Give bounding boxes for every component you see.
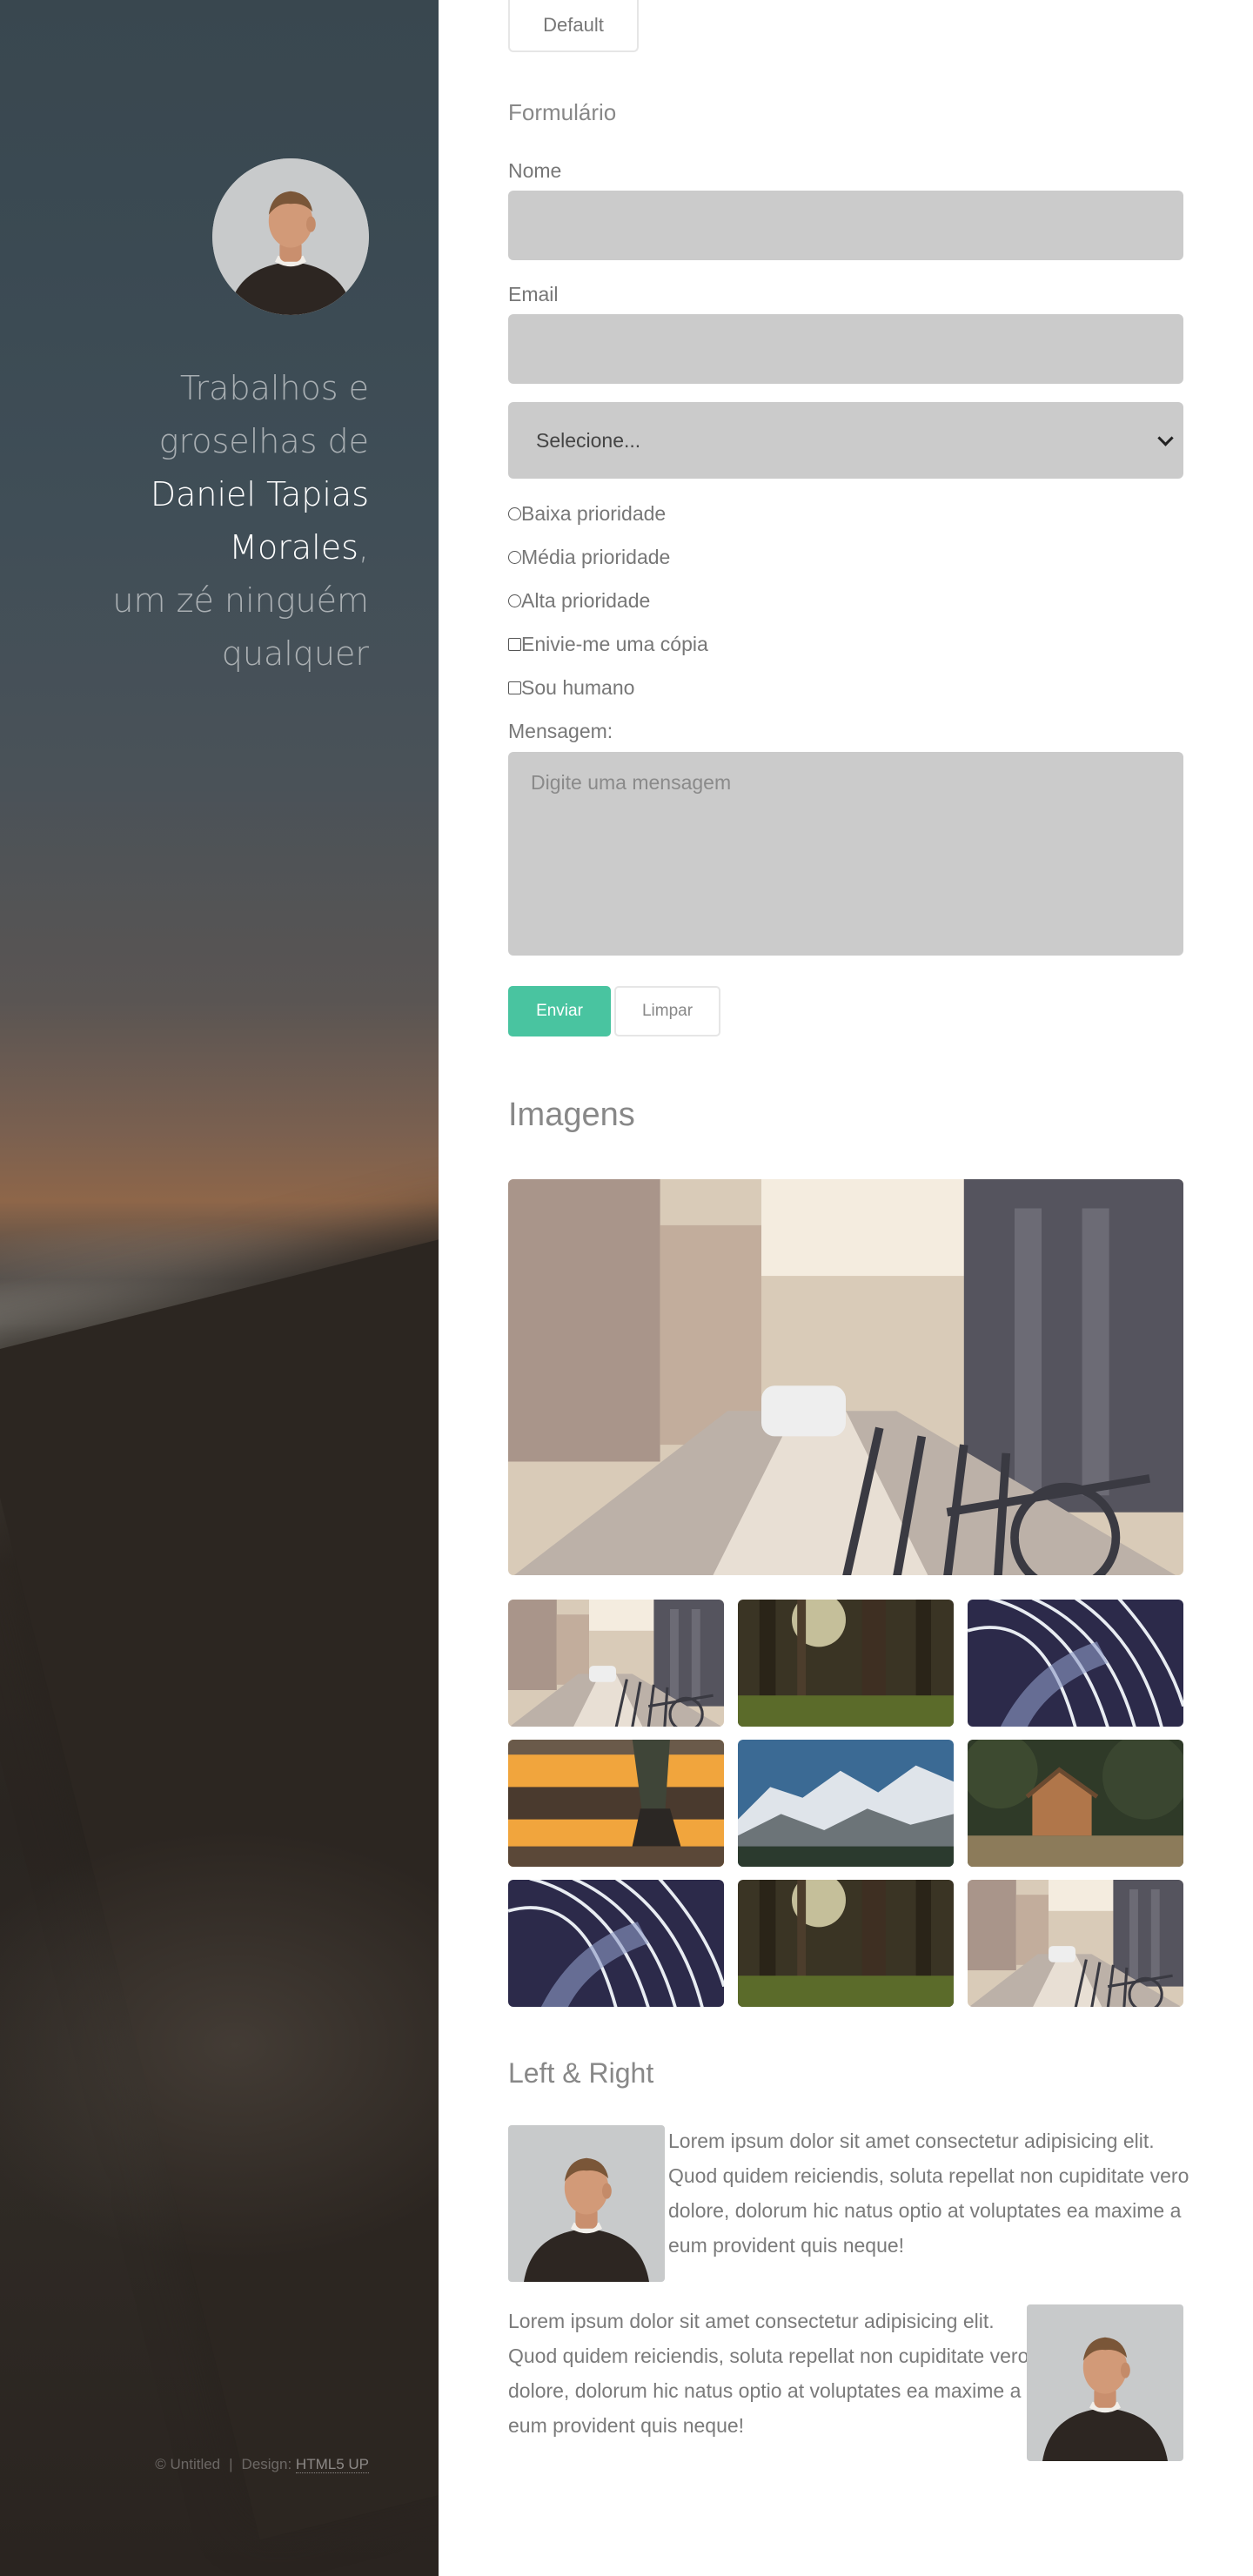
radio-label: Baixa prioridade xyxy=(521,502,667,525)
name-input[interactable] xyxy=(508,191,1183,260)
radio-low[interactable]: Baixa prioridade xyxy=(508,502,666,526)
sidebar: Trabalhos e groselhas de Daniel Tapias M… xyxy=(0,0,439,2576)
image-left xyxy=(508,2125,665,2282)
fog-decoration-lower xyxy=(0,1828,439,2263)
radio-icon[interactable] xyxy=(508,551,521,564)
avatar xyxy=(212,158,369,315)
tagline-line: qualquer xyxy=(221,634,369,673)
author-name: Daniel Tapias xyxy=(150,475,369,513)
tagline-line: um zé ninguém xyxy=(112,581,369,620)
radio-icon[interactable] xyxy=(508,594,521,607)
author-name-line2: Morales, xyxy=(52,521,369,574)
send-button[interactable]: Enviar xyxy=(508,986,611,1036)
radio-label: Média prioridade xyxy=(521,546,671,568)
message-label: Mensagem: xyxy=(508,720,613,742)
left-right-heading: Left & Right xyxy=(508,2057,654,2089)
paragraph-right-of-image: Lorem ipsum dolor sit amet consectetur a… xyxy=(668,2130,1189,2257)
paragraph-left-of-image: Lorem ipsum dolor sit amet consectetur a… xyxy=(508,2310,1029,2437)
email-input[interactable] xyxy=(508,314,1183,384)
email-label[interactable]: Email xyxy=(508,283,559,306)
radio-icon[interactable] xyxy=(508,507,521,520)
design-label: Design: xyxy=(241,2456,292,2472)
gallery-image[interactable] xyxy=(968,1600,1183,1727)
checkbox-icon[interactable] xyxy=(508,681,521,694)
gallery-image[interactable] xyxy=(508,1880,724,2007)
chevron-down-icon xyxy=(1157,429,1174,446)
gallery-image[interactable] xyxy=(508,1600,724,1727)
tagline-line: groselhas de xyxy=(158,422,369,460)
image-right xyxy=(1027,2304,1183,2461)
copyright-text: © Untitled xyxy=(155,2456,221,2472)
author-surname: Morales xyxy=(229,528,358,567)
select-value: Selecione... xyxy=(536,428,641,452)
checkbox-label: Sou humano xyxy=(521,676,635,699)
form-heading: Formulário xyxy=(508,99,617,125)
radio-medium[interactable]: Média prioridade xyxy=(508,546,670,569)
human-checkbox[interactable]: Sou humano xyxy=(508,676,634,700)
message-textarea[interactable]: Digite uma mensagem xyxy=(508,752,1183,956)
footer-copyright: © Untitled | Design: HTML5 UP xyxy=(155,2456,369,2473)
gallery-image[interactable] xyxy=(968,1880,1183,2007)
message-placeholder: Digite uma mensagem xyxy=(531,771,732,794)
radio-high[interactable]: Alta prioridade xyxy=(508,589,650,613)
comma: , xyxy=(358,528,369,567)
priority-select[interactable]: Selecione... xyxy=(508,402,1183,479)
checkbox-icon[interactable] xyxy=(508,638,521,651)
gallery-image[interactable] xyxy=(508,1740,724,1867)
radio-label: Alta prioridade xyxy=(521,589,651,612)
gallery-image[interactable] xyxy=(738,1600,954,1727)
separator: | xyxy=(229,2456,233,2472)
design-link[interactable]: HTML5 UP xyxy=(295,2456,369,2473)
tagline: Trabalhos e groselhas de Daniel Tapias M… xyxy=(52,362,369,681)
checkbox-label: Enivie-me uma cópia xyxy=(521,633,708,655)
tagline-line: Trabalhos e xyxy=(179,369,369,407)
clear-button[interactable]: Limpar xyxy=(614,986,720,1036)
copy-checkbox[interactable]: Enivie-me uma cópia xyxy=(508,633,708,656)
name-label: Nome xyxy=(508,159,562,182)
gallery-image[interactable] xyxy=(738,1740,954,1867)
gallery-image[interactable] xyxy=(738,1880,954,2007)
gallery-image[interactable] xyxy=(968,1740,1183,1867)
featured-image xyxy=(508,1179,1183,1575)
default-button[interactable]: Default xyxy=(508,0,639,52)
images-heading: Imagens xyxy=(508,1097,635,1133)
